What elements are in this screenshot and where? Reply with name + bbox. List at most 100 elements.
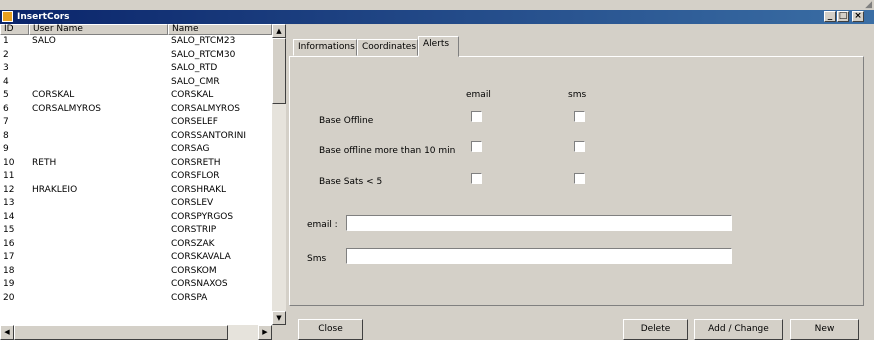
row-id-cell: 8	[3, 130, 9, 141]
row-id-cell: 15	[3, 225, 15, 235]
row-user-cell: SALO	[32, 36, 56, 46]
row-id-cell: 18	[3, 265, 15, 276]
table-row[interactable]: 14 CORSPYRGOS	[0, 211, 272, 225]
table-row[interactable]: 11 CORSFLOR	[0, 170, 272, 184]
base-sats-sms-checkbox[interactable]	[574, 173, 585, 184]
base-offline-sms-checkbox[interactable]	[574, 111, 585, 122]
row-id-cell: 4	[3, 76, 9, 87]
scroll-left-icon[interactable]: ◀	[0, 325, 14, 340]
table-row[interactable]: 20 CORSPA	[0, 292, 272, 306]
column-header-name[interactable]: Name	[168, 24, 272, 35]
row-name-cell: CORSRETH	[171, 157, 221, 168]
scroll-thumb[interactable]	[272, 38, 286, 104]
column-header-user-name[interactable]: User Name	[29, 24, 168, 35]
row-id-cell: 6	[3, 103, 9, 114]
row-id-cell: 16	[3, 238, 15, 249]
table-row[interactable]: 16 CORSZAK	[0, 238, 272, 252]
row-name-cell: CORSNAXOS	[171, 279, 228, 289]
base-sats-label: Base Sats < 5	[319, 177, 383, 187]
row-id-cell: 17	[3, 252, 15, 262]
base-offline-10min-label: Base offline more than 10 min	[319, 146, 456, 156]
email-column-label: email	[466, 90, 491, 100]
table-row[interactable]: 7 CORSELEF	[0, 116, 272, 130]
tab-coordinates[interactable]: Coordinates	[357, 39, 418, 56]
vertical-scrollbar[interactable]: ▲ ▼	[272, 24, 286, 325]
table-row[interactable]: 8 CORSSANTORINI	[0, 130, 272, 144]
table-row[interactable]: 2 SALO_RTCM30	[0, 49, 272, 63]
scroll-up-icon[interactable]: ▲	[272, 24, 286, 38]
row-user-cell: HRAKLEIO	[32, 184, 78, 195]
table-row[interactable]: 4 SALO_CMR	[0, 76, 272, 90]
table-row[interactable]: 3 SALO_RTD	[0, 62, 272, 76]
cors-list[interactable]: ID User Name Name 1 SALO SALO_RTCM23 2 SALO_…	[0, 24, 286, 340]
table-row[interactable]: 6 CORSALMYROS CORSALMYROS	[0, 103, 272, 117]
minimize-button[interactable]: _	[824, 11, 836, 22]
row-id-cell: 9	[3, 144, 9, 154]
sms-field-label: Sms	[307, 254, 327, 264]
row-id-cell: 20	[3, 292, 15, 303]
row-name-cell: CORSZAK	[171, 238, 215, 249]
row-id-cell: 11	[3, 171, 15, 181]
base-sats-email-checkbox[interactable]	[471, 173, 482, 184]
tab-alerts[interactable]: Alerts	[418, 36, 459, 57]
table-row[interactable]: 9 CORSAG	[0, 143, 272, 157]
table-row[interactable]: 10 RETH CORSRETH	[0, 157, 272, 171]
list-rows: 1 SALO SALO_RTCM23 2 SALO_RTCM30 3 SALO_RTD 4 SA…	[0, 35, 272, 305]
row-name-cell: CORSFLOR	[171, 171, 220, 181]
alerts-panel: email sms Base Offline Base offline more…	[289, 56, 864, 306]
sms-field[interactable]	[346, 248, 732, 264]
row-name-cell: CORSKAL	[171, 90, 214, 100]
row-name-cell: SALO_RTCM23	[171, 36, 236, 46]
table-row[interactable]: 19 CORSNAXOS	[0, 278, 272, 292]
row-id-cell: 3	[3, 63, 9, 73]
resize-grip-icon[interactable]: ◢	[862, 0, 872, 10]
new-button[interactable]: New	[790, 319, 859, 340]
outer-frame-strip: ◢	[0, 0, 874, 10]
row-name-cell: CORSKAVALA	[171, 252, 231, 262]
row-name-cell: CORSSANTORINI	[171, 130, 246, 141]
close-window-button[interactable]: ×	[852, 11, 864, 22]
row-id-cell: 7	[3, 117, 9, 127]
horizontal-scroll-thumb[interactable]	[14, 325, 228, 340]
close-button[interactable]: Close	[298, 319, 363, 340]
row-user-cell: RETH	[32, 157, 57, 168]
delete-button[interactable]: Delete	[623, 319, 688, 340]
scroll-down-icon[interactable]: ▼	[272, 311, 286, 325]
base-offline-email-checkbox[interactable]	[471, 111, 482, 122]
row-name-cell: CORSELEF	[171, 117, 218, 127]
base-offline-10min-sms-checkbox[interactable]	[574, 141, 585, 152]
email-field[interactable]	[346, 215, 732, 231]
tab-informations[interactable]: Informations	[293, 39, 357, 56]
email-field-label: email :	[307, 220, 338, 230]
table-row[interactable]: 18 CORSKOM	[0, 265, 272, 279]
row-name-cell: SALO_CMR	[171, 76, 220, 87]
horizontal-scrollbar[interactable]: ◀ ▶	[0, 325, 272, 340]
table-row[interactable]: 12 HRAKLEIO CORSHRAKL	[0, 184, 272, 198]
table-row[interactable]: 1 SALO SALO_RTCM23	[0, 35, 272, 49]
row-id-cell: 14	[3, 211, 15, 222]
scroll-corner	[272, 325, 286, 340]
row-name-cell: CORSPA	[171, 292, 208, 303]
table-row[interactable]: 17 CORSKAVALA	[0, 251, 272, 265]
column-header-id[interactable]: ID	[0, 24, 29, 35]
row-id-cell: 19	[3, 279, 15, 289]
row-name-cell: CORSALMYROS	[171, 103, 240, 114]
row-name-cell: CORSTRIP	[171, 225, 217, 235]
row-id-cell: 2	[3, 49, 9, 60]
row-name-cell: SALO_RTCM30	[171, 49, 236, 60]
table-row[interactable]: 13 CORSLEV	[0, 197, 272, 211]
base-offline-10min-email-checkbox[interactable]	[471, 141, 482, 152]
row-id-cell: 10	[3, 157, 15, 168]
base-offline-label: Base Offline	[319, 116, 374, 126]
row-id-cell: 12	[3, 184, 15, 195]
maximize-button[interactable]: □	[837, 11, 849, 22]
sms-column-label: sms	[568, 90, 587, 100]
scroll-right-icon[interactable]: ▶	[258, 325, 272, 340]
add-change-button[interactable]: Add / Change	[694, 319, 783, 340]
row-user-cell: CORSALMYROS	[32, 103, 101, 114]
row-id-cell: 13	[3, 198, 15, 208]
row-name-cell: CORSPYRGOS	[171, 211, 234, 222]
table-row[interactable]: 15 CORSTRIP	[0, 224, 272, 238]
row-user-cell: CORSKAL	[32, 90, 75, 100]
table-row[interactable]: 5 CORSKAL CORSKAL	[0, 89, 272, 103]
